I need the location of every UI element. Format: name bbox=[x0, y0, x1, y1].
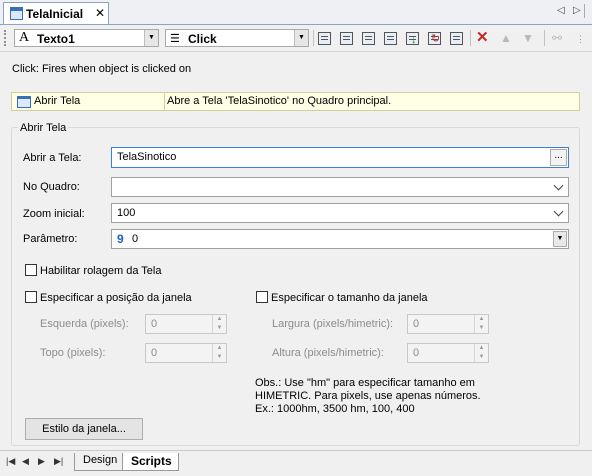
delete-icon[interactable]: ✕ bbox=[476, 30, 492, 46]
esquerda-label: Esquerda (pixels): bbox=[40, 318, 129, 330]
chevron-down-icon[interactable] bbox=[553, 180, 564, 191]
spin-up-icon[interactable]: ▲ bbox=[213, 344, 226, 353]
parametro-input[interactable]: 9 0 ▼ bbox=[111, 229, 569, 249]
abrir-tela-label: Abrir a Tela: bbox=[23, 152, 82, 164]
largura-value: 0 bbox=[413, 318, 420, 330]
move-up-icon[interactable]: ▲ bbox=[500, 30, 516, 46]
tab-prev-icon[interactable]: ◁ bbox=[557, 5, 565, 16]
move-down-icon[interactable]: ▼ bbox=[522, 30, 538, 46]
tab-strip-divider bbox=[584, 4, 585, 18]
no-quadro-label: No Quadro: bbox=[23, 181, 80, 193]
script-down-icon[interactable]: ↓ bbox=[404, 30, 420, 46]
obs-line: Obs.: Use "hm" para especificar tamanho … bbox=[255, 377, 475, 389]
largura-label: Largura (pixels/himetric): bbox=[272, 318, 394, 330]
estilo-janela-button[interactable]: Estilo da janela... bbox=[25, 418, 143, 440]
object-combo-value: Texto1 bbox=[37, 32, 75, 46]
esquerda-value: 0 bbox=[151, 318, 158, 330]
esquerda-stepper[interactable]: 0 ▲ ▼ bbox=[145, 314, 227, 334]
script-list-icon[interactable] bbox=[382, 30, 398, 46]
script-edit-icon[interactable] bbox=[338, 30, 354, 46]
obs-line: HIMETRIC. Para pixels, use apenas número… bbox=[255, 390, 481, 402]
text-object-icon: A bbox=[19, 30, 30, 45]
chevron-down-icon[interactable]: ▼ bbox=[144, 30, 158, 46]
object-combo[interactable]: A Texto1 ▼ bbox=[14, 29, 159, 47]
browse-screen-button[interactable]: ... bbox=[550, 149, 567, 166]
abrir-tela-value: TelaSinotico bbox=[117, 151, 177, 163]
next-page-icon[interactable]: ▶ bbox=[38, 456, 45, 467]
script-image-icon[interactable] bbox=[360, 30, 376, 46]
chevron-down-icon[interactable]: ▼ bbox=[294, 30, 308, 46]
spin-up-icon[interactable]: ▲ bbox=[213, 315, 226, 324]
tab-next-icon[interactable]: ▷ bbox=[573, 5, 581, 16]
column-divider bbox=[164, 93, 165, 110]
toolbar-overflow-icon[interactable]: ⋮ bbox=[576, 34, 585, 45]
prev-page-icon[interactable]: ◀ bbox=[22, 456, 29, 467]
toolbar-separator bbox=[313, 30, 314, 46]
print-icon[interactable] bbox=[448, 30, 464, 46]
rolagem-label[interactable]: Habilitar rolagem da Tela bbox=[40, 265, 161, 277]
script-refresh-icon[interactable]: ↻ bbox=[426, 30, 442, 46]
toolbar-separator bbox=[470, 30, 471, 46]
topo-stepper[interactable]: 0 ▲ ▼ bbox=[145, 343, 227, 363]
last-page-icon[interactable]: ▶| bbox=[54, 456, 63, 467]
parametro-value: 0 bbox=[132, 233, 139, 245]
zoom-label: Zoom inicial: bbox=[23, 208, 85, 220]
toolbar-grip[interactable] bbox=[4, 30, 9, 46]
action-name: Abrir Tela bbox=[34, 95, 81, 107]
toolbar-separator bbox=[544, 30, 545, 46]
tamanho-label[interactable]: Especificar o tamanho da janela bbox=[271, 292, 428, 304]
link-icon[interactable]: ⚯ bbox=[552, 30, 568, 46]
event-description: Click: Fires when object is clicked on bbox=[12, 63, 192, 75]
abrir-tela-input[interactable]: TelaSinotico ... bbox=[111, 147, 569, 168]
screen-icon bbox=[10, 7, 23, 20]
topo-label: Topo (pixels): bbox=[40, 347, 106, 359]
zoom-select[interactable]: 100 bbox=[111, 203, 569, 223]
spin-down-icon[interactable]: ▼ bbox=[475, 324, 488, 333]
number-type-icon: 9 bbox=[117, 232, 124, 246]
group-title: Abrir Tela bbox=[18, 122, 69, 134]
altura-stepper[interactable]: 0 ▲ ▼ bbox=[407, 343, 489, 363]
chevron-down-icon[interactable]: ▼ bbox=[553, 231, 567, 247]
tamanho-checkbox[interactable] bbox=[256, 291, 268, 303]
posicao-label[interactable]: Especificar a posição da janela bbox=[40, 292, 192, 304]
zoom-value: 100 bbox=[117, 207, 136, 219]
spin-down-icon[interactable]: ▼ bbox=[475, 353, 488, 362]
tab-scripts[interactable]: Scripts bbox=[122, 453, 179, 471]
event-list-icon: ☰ bbox=[170, 33, 180, 45]
spin-up-icon[interactable]: ▲ bbox=[475, 315, 488, 324]
largura-stepper[interactable]: 0 ▲ ▼ bbox=[407, 314, 489, 334]
action-description: Abre a Tela 'TelaSinotico' no Quadro pri… bbox=[167, 95, 392, 107]
altura-label: Altura (pixels/himetric): bbox=[272, 347, 384, 359]
document-tab-telainicial[interactable]: TelaInicial ✕ bbox=[3, 2, 109, 24]
obs-note: Obs.: Use "hm" para especificar tamanho … bbox=[255, 377, 495, 416]
altura-value: 0 bbox=[413, 347, 420, 359]
obs-line: Ex.: 1000hm, 3500 hm, 100, 400 bbox=[255, 403, 415, 415]
script-add-icon[interactable] bbox=[316, 30, 332, 46]
first-page-icon[interactable]: |◀ bbox=[6, 456, 15, 467]
document-tab-title: TelaInicial bbox=[26, 7, 84, 21]
tab-design[interactable]: Design bbox=[74, 453, 125, 471]
event-combo-value: Click bbox=[188, 32, 217, 46]
open-screen-icon bbox=[17, 96, 31, 108]
spin-down-icon[interactable]: ▼ bbox=[213, 353, 226, 362]
chevron-down-icon[interactable] bbox=[553, 206, 564, 217]
event-combo[interactable]: ☰ Click ▼ bbox=[165, 29, 309, 47]
parametro-label: Parâmetro: bbox=[23, 233, 78, 245]
rolagem-checkbox[interactable] bbox=[25, 264, 37, 276]
posicao-checkbox[interactable] bbox=[25, 291, 37, 303]
close-tab-icon[interactable]: ✕ bbox=[95, 6, 105, 20]
action-list-row[interactable]: Abrir Tela Abre a Tela 'TelaSinotico' no… bbox=[11, 92, 580, 111]
spin-down-icon[interactable]: ▼ bbox=[213, 324, 226, 333]
topo-value: 0 bbox=[151, 347, 158, 359]
spin-up-icon[interactable]: ▲ bbox=[475, 344, 488, 353]
no-quadro-select[interactable] bbox=[111, 177, 569, 197]
